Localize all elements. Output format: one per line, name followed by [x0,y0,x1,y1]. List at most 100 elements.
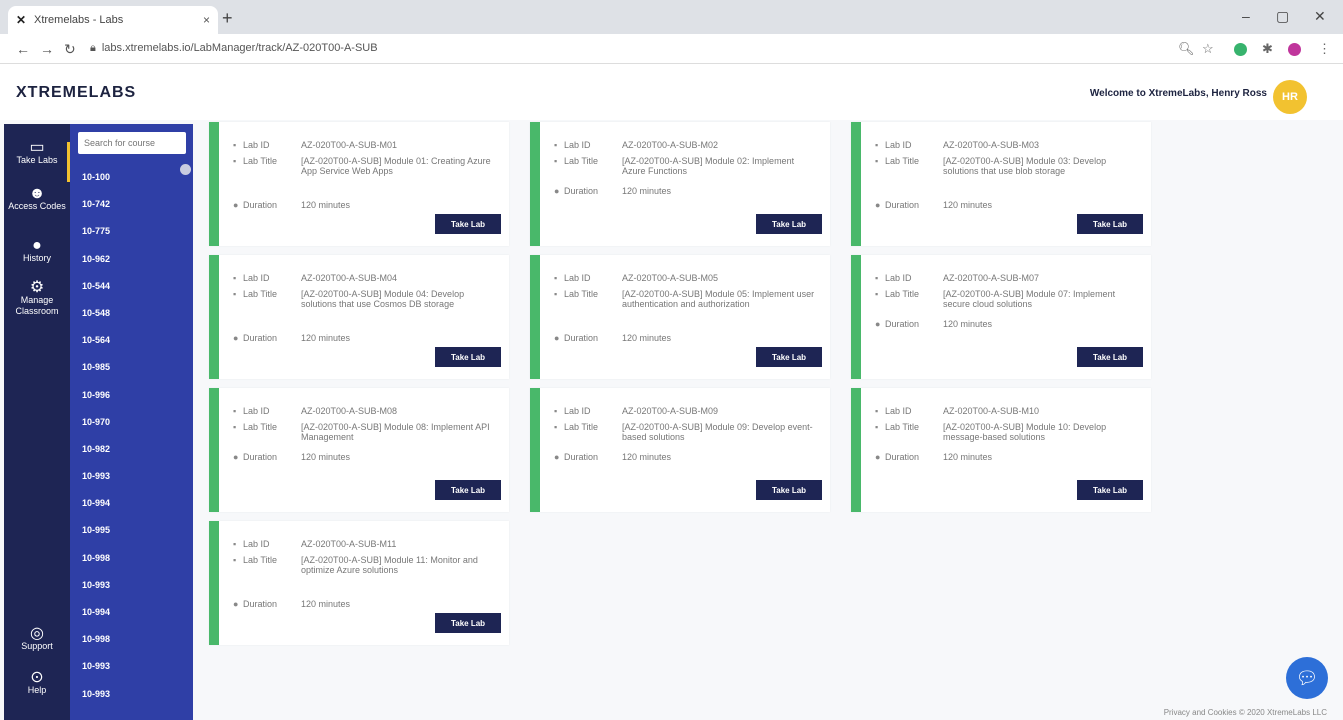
duration-value: 120 minutes [301,452,351,462]
id-icon: ▪ [875,140,879,150]
take-lab-button[interactable]: Take Lab [1077,480,1143,500]
lab-id-value: AZ-020T00-A-SUB-M11 [301,539,397,549]
take-lab-button[interactable]: Take Lab [435,214,501,234]
avatar[interactable]: HR [1273,80,1307,114]
course-list-item[interactable]: 10-548 [70,300,193,327]
lab-id-row: ▪ Lab ID AZ-020T00-A-SUB-M04 [233,273,496,283]
course-list-item[interactable]: 10-775 [70,218,193,245]
duration-value: 120 minutes [301,599,351,609]
reload-icon[interactable]: ↻ [64,41,76,58]
course-list-item[interactable]: 10-962 [70,246,193,273]
lab-card: ▪ Lab ID AZ-020T00-A-SUB-M07 ▪ Lab Title [AZ-… [851,255,1151,379]
rail-item-help[interactable]: ⊙ Help [4,670,70,696]
take-lab-button[interactable]: Take Lab [1077,347,1143,367]
id-icon: ▪ [554,406,558,416]
duration-label: Duration [885,319,920,329]
back-icon[interactable]: ← [16,41,30,57]
course-list-item[interactable]: 10-993 [70,463,193,490]
id-icon: ▪ [875,273,879,283]
lab-title-value: [AZ-020T00-A-SUB] Module 08: Implement A… [301,422,490,442]
duration-value: 120 minutes [622,333,672,343]
rail-item-label: Support [21,641,53,651]
lab-id-row: ▪ Lab ID AZ-020T00-A-SUB-M02 [554,140,817,150]
footer-text[interactable]: Privacy and Cookies © 2020 XtremeLabs LL… [1164,708,1327,717]
browser-tab-title: Xtremelabs - Labs [34,14,124,26]
lab-id-row: ▪ Lab ID AZ-020T00-A-SUB-M08 [233,406,496,416]
browser-tab[interactable]: ✕ Xtremelabs - Labs × [8,6,218,34]
chat-icon[interactable]: 💬︎ [1286,657,1328,699]
course-list-item[interactable]: 10-998 [70,545,193,572]
take-lab-button[interactable]: Take Lab [435,347,501,367]
scrollbar-thumb[interactable] [180,164,191,175]
forward-icon[interactable]: → [40,41,54,57]
course-list-item[interactable]: 10-994 [70,490,193,517]
course-search-input[interactable] [78,132,186,154]
rail-item-manage-classroom[interactable]: ⚙ Manage Classroom [4,280,70,317]
clock-icon: ● [875,452,881,462]
course-list-panel: 10-10010-74210-77510-96210-54410-54810-5… [70,124,193,720]
lab-card: ▪ Lab ID AZ-020T00-A-SUB-M01 ▪ Lab Title [AZ-… [209,122,509,246]
bookmark-star-icon[interactable]: ☆ [1202,41,1214,57]
rail-item-support[interactable]: ◎ Support [4,626,70,652]
take-lab-button[interactable]: Take Lab [435,480,501,500]
course-list-item[interactable]: 10-993 [70,653,193,680]
browser-menu-icon[interactable]: ⋮ [1318,41,1331,57]
lab-title-row: ▪ Lab Title [AZ-020T00-A-SUB] Module 10: D… [875,422,1138,442]
course-list-item[interactable]: 10-564 [70,327,193,354]
duration-value: 120 minutes [301,333,351,343]
maximize-icon[interactable]: ▢ [1276,8,1289,25]
close-window-icon[interactable]: ✕ [1314,8,1326,25]
lab-title-label: Lab Title [243,156,278,166]
take-lab-button[interactable]: Take Lab [756,347,822,367]
duration-row: ● Duration 120 minutes [554,452,817,462]
take-lab-button[interactable]: Take Lab [435,613,501,633]
duration-label: Duration [243,452,278,462]
course-list-item[interactable]: 10-998 [70,626,193,653]
course-list-item[interactable]: 10-544 [70,273,193,300]
course-list-item[interactable]: 10-994 [70,599,193,626]
clock-icon: ● [233,200,239,210]
lock-icon: 🔒︎ [90,42,96,54]
rail-item-label: Help [27,685,47,695]
lab-title-value: [AZ-020T00-A-SUB] Module 02: Implement A… [622,156,795,176]
lab-title-value: [AZ-020T00-A-SUB] Module 09: Develop eve… [622,422,813,442]
course-list-item[interactable]: 10-100 [70,164,193,191]
course-list-item[interactable]: 10-982 [70,436,193,463]
profile-icon[interactable] [1288,43,1301,56]
course-list-item[interactable]: 10-742 [70,191,193,218]
xtremelabs-logo[interactable]: XTREMELABS [16,84,136,102]
rail-item-label: History [22,253,51,263]
take-lab-button[interactable]: Take Lab [1077,214,1143,234]
lab-id-label: Lab ID [564,140,591,150]
rail-item-history[interactable]: ● History [4,238,70,264]
new-tab-icon[interactable]: + [222,8,233,29]
duration-value: 120 minutes [622,452,672,462]
take-lab-button[interactable]: Take Lab [756,480,822,500]
course-list-item[interactable]: 10-993 [70,681,193,708]
course-list-item[interactable]: 10-970 [70,409,193,436]
course-list-item[interactable]: 10-993 [70,572,193,599]
lab-id-label: Lab ID [564,406,591,416]
extension-icon[interactable] [1234,43,1247,56]
rail-item-take-labs[interactable]: ▭ Take Labs [4,140,70,182]
tag-icon: ▪ [875,289,879,299]
tag-icon: ▪ [233,422,237,432]
welcome-text: Welcome to XtremeLabs, Henry Ross [1089,88,1267,99]
close-tab-icon[interactable]: × [203,13,210,27]
duration-row: ● Duration 120 minutes [875,452,1138,462]
take-lab-button[interactable]: Take Lab [756,214,822,234]
course-list-item[interactable]: 10-996 [70,382,193,409]
course-list-item[interactable]: 10-985 [70,354,193,381]
minimize-icon[interactable]: – [1242,8,1250,24]
id-icon: ▪ [233,539,237,549]
url-field[interactable]: 🔒︎ labs.xtremelabs.io/LabManager/track/AZ… [90,42,378,55]
lab-id-value: AZ-020T00-A-SUB-M05 [622,273,719,283]
zoom-icon[interactable]: 🔍︎ [1178,41,1195,57]
rail-item-access-codes[interactable]: ☻ Access Codes [4,186,70,212]
extensions-puzzle-icon[interactable]: ✱ [1262,41,1273,57]
lab-id-value: AZ-020T00-A-SUB-M07 [943,273,1040,283]
lab-id-value: AZ-020T00-A-SUB-M10 [943,406,1040,416]
lab-title-label: Lab Title [243,555,278,565]
clock-icon: ● [875,200,881,210]
course-list-item[interactable]: 10-995 [70,517,193,544]
